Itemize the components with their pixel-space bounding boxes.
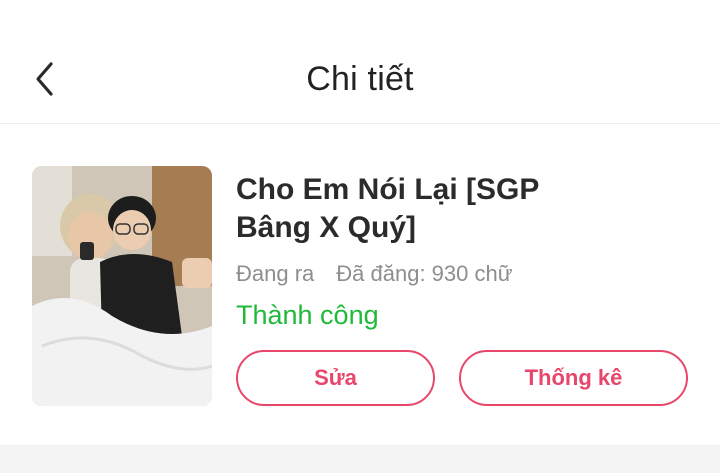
story-title: Cho Em Nói Lại [SGP Bâng X Quý] <box>236 173 539 244</box>
word-count: Đã đăng: 930 chữ <box>336 261 513 286</box>
top-bar: Chi tiết <box>0 0 720 124</box>
submission-result: Thành công <box>236 300 379 330</box>
story-cover-image[interactable] <box>32 166 212 406</box>
statistics-button[interactable]: Thống kê <box>459 350 688 406</box>
page-title: Chi tiết <box>306 60 414 98</box>
publish-status: Đang ra <box>236 261 315 286</box>
story-meta: Đang ra Đã đăng: 930 chữ <box>236 261 512 287</box>
edit-button[interactable]: Sửa <box>236 350 435 406</box>
story-card: Cho Em Nói Lại [SGP Bâng X Quý] Đang ra Đ… <box>0 125 720 445</box>
section-divider <box>0 445 720 473</box>
